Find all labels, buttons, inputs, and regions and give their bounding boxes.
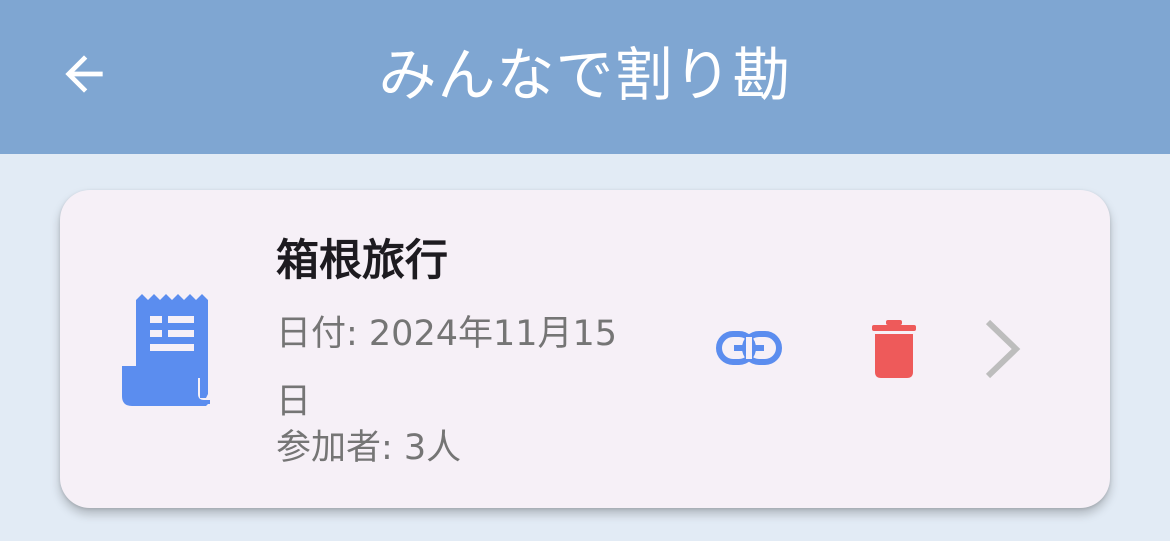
receipt-icon <box>122 294 210 406</box>
event-date: 日付: 2024年11月15日 <box>276 314 618 422</box>
page-title: みんなで割り勘 <box>378 41 792 109</box>
participant-count: 参加者: 3人 <box>276 428 462 468</box>
delete-button[interactable] <box>866 314 922 384</box>
event-title: 箱根旅行 <box>276 236 448 286</box>
app-bar: みんなで割り勘 <box>0 0 1170 154</box>
link-icon <box>716 331 782 365</box>
share-link-button[interactable] <box>716 320 782 376</box>
event-card[interactable]: 箱根旅行 日付: 2024年11月15日 参加者: 3人 <box>60 190 1110 508</box>
chevron-right-icon <box>978 316 1026 382</box>
trash-icon <box>872 320 916 378</box>
